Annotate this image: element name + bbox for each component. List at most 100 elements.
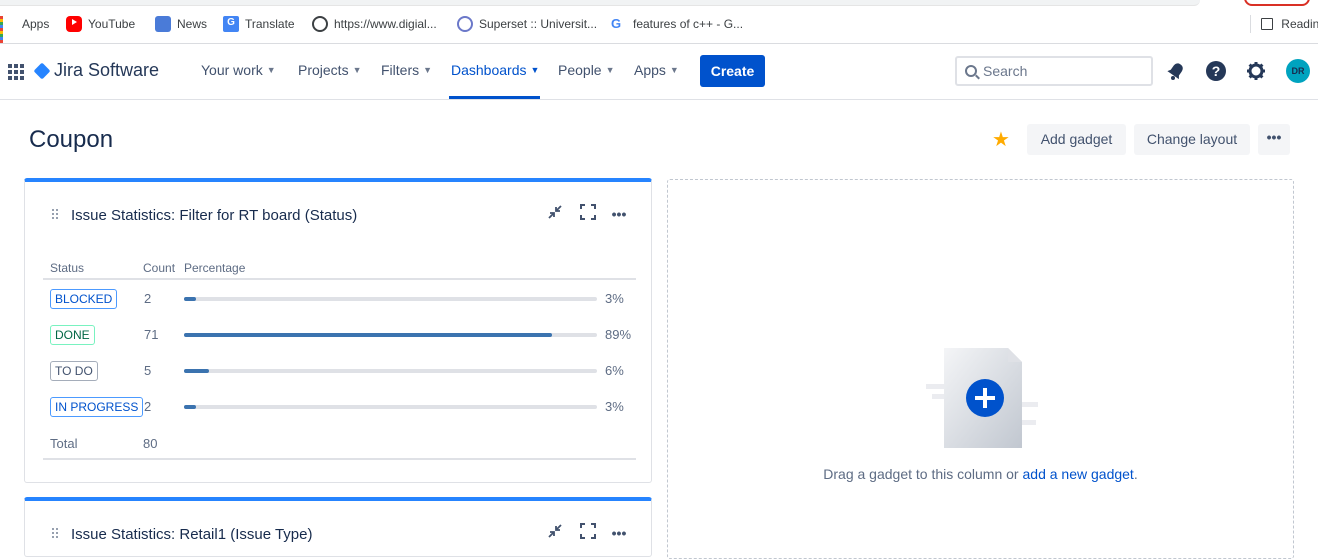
bookmark-label: Translate (245, 17, 295, 31)
percentage-value: 3% (605, 399, 624, 414)
gadget-title: Issue Statistics: Filter for RT board (S… (71, 207, 358, 224)
nav-your-work[interactable]: Your work ▼ (201, 62, 276, 78)
app-switcher-icon[interactable] (8, 64, 24, 80)
bookmark-superset[interactable]: Superset :: Universit... (457, 15, 597, 33)
profile-button-edge[interactable] (1244, 0, 1310, 6)
create-button[interactable]: Create (700, 55, 765, 87)
bookmark-label: Superset :: Universit... (479, 17, 598, 31)
address-bar-edge (0, 0, 1200, 6)
nav-people[interactable]: People ▼ (558, 62, 615, 78)
gadget-menu-button[interactable]: ••• (609, 523, 629, 543)
product-name: Jira Software (54, 60, 160, 80)
news-icon (155, 16, 171, 32)
add-gadget-button[interactable]: Add gadget (1027, 124, 1126, 155)
total-count[interactable]: 80 (143, 436, 157, 451)
globe-icon (312, 16, 328, 32)
total-label: Total (50, 436, 78, 451)
empty-column-dropzone[interactable]: Drag a gadget to this column or add a ne… (667, 179, 1294, 559)
issue-count[interactable]: 5 (144, 363, 151, 378)
status-lozenge[interactable]: BLOCKED (50, 289, 118, 309)
percentage-bar-fill (184, 333, 552, 337)
issue-count[interactable]: 71 (144, 327, 158, 342)
percentage-bar-fill (184, 405, 197, 409)
bookmark-label: YouTube (88, 17, 136, 31)
reading-list-button[interactable]: Reading (1250, 15, 1318, 33)
star-icon[interactable]: ★ (992, 130, 1010, 150)
percentage-bar (184, 297, 597, 301)
nav-dashboards[interactable]: Dashboards ▼ (451, 62, 539, 78)
bookmark-label: Apps (22, 17, 50, 31)
empty-column-text: Drag a gadget to this column or (823, 466, 1023, 482)
superset-icon (457, 16, 473, 32)
google-icon: G (611, 16, 622, 31)
chevron-down-icon: ▼ (266, 65, 276, 75)
bookmark-google-search[interactable]: G features of c++ - G... (611, 15, 743, 33)
bookmark-news[interactable]: News (155, 15, 207, 33)
jira-logo[interactable]: Jira Software (33, 60, 160, 81)
nav-label: People (558, 62, 602, 78)
column-count: Count (143, 261, 176, 275)
minimize-icon[interactable] (545, 523, 565, 543)
help-icon[interactable]: ? (1205, 60, 1227, 82)
nav-filters[interactable]: Filters ▼ (381, 62, 432, 78)
bookmark-translate[interactable]: G Translate (223, 15, 295, 33)
search-box[interactable] (955, 56, 1153, 86)
change-layout-button[interactable]: Change layout (1134, 124, 1250, 155)
nav-projects[interactable]: Projects ▼ (298, 62, 362, 78)
empty-column-message: Drag a gadget to this column or add a ne… (668, 466, 1293, 482)
bookmarks-bar: Apps YouTube News G Translate https://ww… (0, 0, 1318, 44)
bookmark-label: https://www.digial... (334, 17, 437, 31)
nav-label: Filters (381, 62, 420, 78)
chevron-down-icon: ▼ (669, 65, 679, 75)
total-row: Total 80 (43, 424, 636, 460)
issue-count[interactable]: 2 (144, 399, 151, 414)
chevron-down-icon: ▼ (352, 65, 362, 75)
search-icon (965, 65, 977, 77)
table-header: Status Count Percentage (43, 258, 636, 280)
apps-grid-icon (0, 16, 16, 43)
status-lozenge[interactable]: DONE (50, 325, 95, 345)
drag-handle-icon[interactable] (52, 528, 58, 538)
chevron-down-icon: ▼ (423, 65, 433, 75)
issue-count[interactable]: 2 (144, 291, 151, 306)
translate-icon: G (223, 16, 239, 32)
table-row: IN PROGRESS 2 3% (43, 388, 636, 424)
issue-statistics-gadget-2: Issue Statistics: Retail1 (Issue Type) •… (24, 497, 652, 557)
issue-statistics-gadget: Issue Statistics: Filter for RT board (S… (24, 178, 652, 483)
fullscreen-icon[interactable] (578, 523, 598, 543)
search-input[interactable] (983, 63, 1133, 79)
add-gadget-illustration (924, 346, 1039, 450)
percentage-value: 3% (605, 291, 624, 306)
minimize-icon[interactable] (545, 204, 565, 224)
percentage-value: 6% (605, 363, 624, 378)
nav-label: Apps (634, 62, 666, 78)
percentage-bar-fill (184, 369, 209, 373)
more-actions-button[interactable]: ••• (1258, 124, 1290, 155)
fullscreen-icon[interactable] (578, 204, 598, 224)
bookmark-youtube[interactable]: YouTube (66, 15, 135, 33)
nav-label: Your work (201, 62, 263, 78)
status-statistics-table: Status Count Percentage BLOCKED 2 3% DON… (43, 258, 636, 460)
status-lozenge[interactable]: TO DO (50, 361, 98, 381)
percentage-bar (184, 405, 597, 409)
settings-gear-icon[interactable] (1245, 60, 1267, 82)
bookmark-apps[interactable]: Apps (0, 15, 50, 43)
table-row: DONE 71 89% (43, 316, 636, 352)
top-navigation: Jira Software Your work ▼ Projects ▼ Fil… (0, 44, 1318, 100)
percentage-bar (184, 369, 597, 373)
percentage-bar (184, 333, 597, 337)
gadget-menu-button[interactable]: ••• (609, 204, 629, 224)
nav-label: Dashboards (451, 62, 527, 78)
active-nav-indicator (449, 96, 540, 99)
youtube-icon (66, 16, 82, 32)
nav-apps[interactable]: Apps ▼ (634, 62, 679, 78)
user-avatar[interactable]: DR (1286, 59, 1310, 83)
bookmark-digial[interactable]: https://www.digial... (312, 15, 437, 33)
status-lozenge[interactable]: IN PROGRESS (50, 397, 144, 417)
add-new-gadget-link[interactable]: add a new gadget (1023, 466, 1134, 482)
drag-handle-icon[interactable] (52, 209, 58, 219)
reading-list-icon (1261, 18, 1274, 30)
gadget-title: Issue Statistics: Retail1 (Issue Type) (71, 526, 313, 543)
notifications-bell-icon[interactable] (1165, 60, 1187, 82)
empty-column-suffix: . (1133, 466, 1138, 482)
